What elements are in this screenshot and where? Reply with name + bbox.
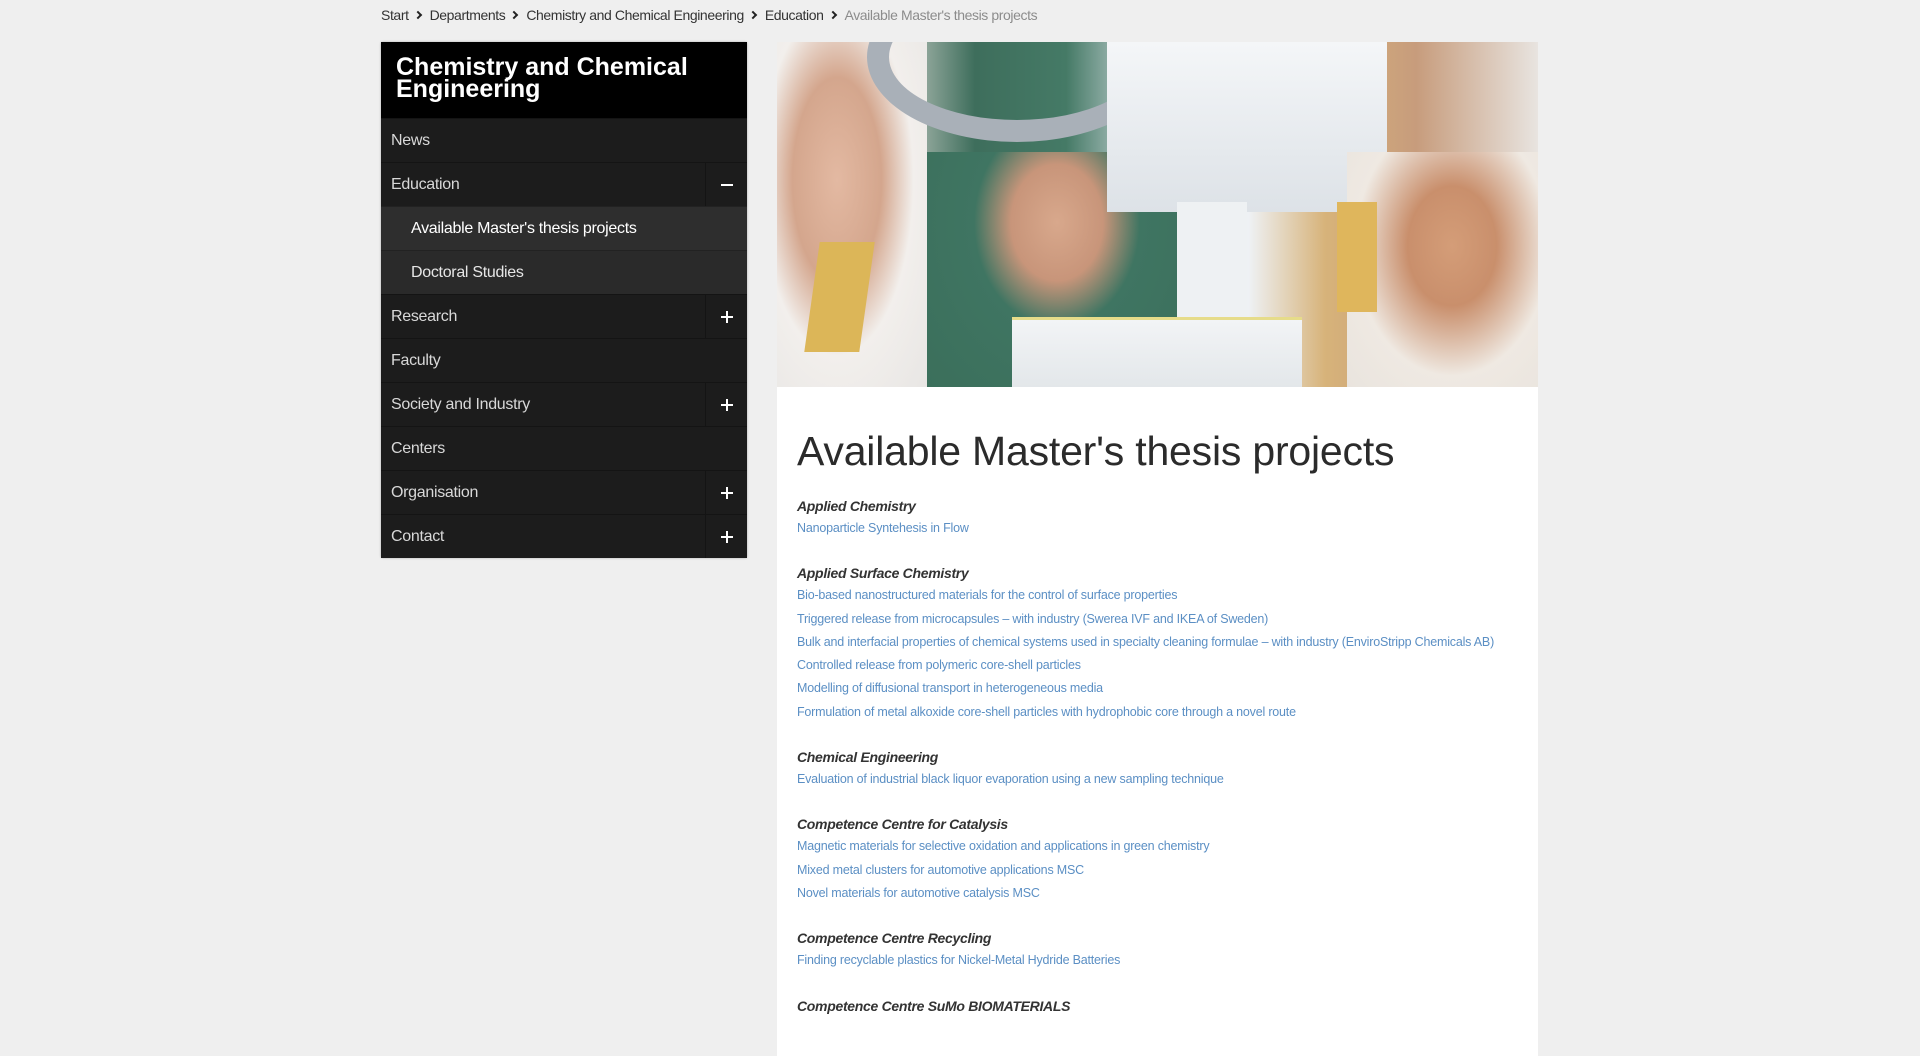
project-link[interactable]: Bulk and interfacial properties of chemi… [797,631,1518,654]
sidebar-title[interactable]: Chemistry and Chemical Engineering [381,42,747,118]
hero-equipment-block [1107,42,1387,212]
expand-button[interactable] [705,295,747,338]
section-chemical-engineering: Chemical Engineering Evaluation of indus… [797,746,1518,791]
section-title: Competence Centre for Catalysis [797,816,1008,833]
sidebar-nav: Chemistry and Chemical Engineering News … [381,42,747,558]
chevron-right-icon [510,10,519,20]
sidebar-item-organisation[interactable]: Organisation [381,470,747,514]
sidebar-item-education[interactable]: Education [381,162,747,206]
chevron-right-icon [748,10,758,20]
section-catalysis: Competence Centre for Catalysis Magnetic… [797,813,1518,905]
breadcrumb-current: Available Master's thesis projects [844,7,1038,23]
project-link[interactable]: Novel materials for automotive catalysis… [797,882,1518,905]
section-title: Competence Centre Recycling [797,930,992,947]
section-title: Applied Chemistry [797,498,916,514]
project-link[interactable]: Nanoparticle Syntehesis in Flow [797,517,1518,540]
project-link[interactable]: Magnetic materials for selective oxidati… [797,835,1518,858]
expand-button[interactable] [705,471,747,514]
project-sections: Applied Chemistry Nanoparticle Syntehesi… [777,475,1538,1017]
breadcrumb-chemistry[interactable]: Chemistry and Chemical Engineering [526,7,744,23]
hero-image [777,42,1538,387]
sidebar-item-label[interactable]: Faculty [381,339,747,382]
breadcrumb-education[interactable]: Education [765,7,824,23]
section-sumo-biomaterials: Competence Centre SuMo BIOMATERIALS [797,995,1518,1017]
project-link[interactable]: Triggered release from microcapsules – w… [797,608,1518,631]
expand-button[interactable] [705,515,747,558]
project-link[interactable]: Mixed metal clusters for automotive appl… [797,859,1518,882]
sidebar-item-label[interactable]: Organisation [381,471,705,514]
minus-icon [720,179,733,191]
section-title: Applied Surface Chemistry [797,565,969,582]
page-title: Available Master's thesis projects [797,428,1395,474]
title-area: Available Master's thesis projects [777,387,1538,475]
sidebar-item-label[interactable]: Available Master's thesis projects [381,207,747,250]
chevron-right-icon [413,10,422,20]
section-title: Chemical Engineering [797,749,939,766]
sidebar-item-society-industry[interactable]: Society and Industry [381,382,747,426]
sidebar-subitem-masters-thesis[interactable]: Available Master's thesis projects [381,206,747,250]
sidebar-item-label[interactable]: News [381,119,747,162]
sidebar-item-label[interactable]: Research [381,295,705,338]
plus-icon [720,398,733,411]
main-content: Available Master's thesis projects Appli… [777,42,1538,1056]
sidebar-item-research[interactable]: Research [381,294,747,338]
section-applied-surface-chemistry: Applied Surface Chemistry Bio-based nano… [797,562,1518,724]
sidebar-subitem-doctoral-studies[interactable]: Doctoral Studies [381,250,747,294]
plus-icon [720,486,733,499]
sidebar-item-news[interactable]: News [381,118,747,162]
expand-button[interactable] [705,383,747,426]
sidebar-item-faculty[interactable]: Faculty [381,338,747,382]
sidebar-item-centers[interactable]: Centers [381,426,747,470]
project-link[interactable]: Controlled release from polymeric core-s… [797,654,1518,677]
breadcrumb-departments[interactable]: Departments [430,7,506,23]
sidebar-item-label[interactable]: Society and Industry [381,383,705,426]
sidebar-item-label[interactable]: Education [381,163,705,206]
sidebar-item-label[interactable]: Doctoral Studies [381,251,747,294]
breadcrumb: Start Departments Chemistry and Chemical… [381,7,1038,23]
section-applied-chemistry: Applied Chemistry Nanoparticle Syntehesi… [797,495,1518,540]
plus-icon [720,310,733,323]
collapse-button[interactable] [705,163,747,206]
hero-sample-tray [1012,317,1302,387]
project-link[interactable]: Evaluation of industrial black liquor ev… [797,768,1518,791]
section-title: Competence Centre SuMo BIOMATERIALS [797,997,1071,1014]
sidebar-item-label[interactable]: Contact [381,515,705,558]
sidebar-item-contact[interactable]: Contact [381,514,747,558]
project-link[interactable]: Modelling of diffusional transport in he… [797,677,1518,700]
breadcrumb-start[interactable]: Start [381,7,409,23]
chevron-right-icon [828,10,837,20]
sidebar-item-label[interactable]: Centers [381,427,747,470]
project-link[interactable]: Finding recyclable plastics for Nickel-M… [797,949,1518,972]
section-recycling: Competence Centre Recycling Finding recy… [797,927,1518,972]
project-link[interactable]: Formulation of metal alkoxide core-shell… [797,701,1518,724]
plus-icon [720,530,733,543]
project-link[interactable]: Bio-based nanostructured materials for t… [797,584,1518,607]
hero-collar-right [1337,202,1377,312]
